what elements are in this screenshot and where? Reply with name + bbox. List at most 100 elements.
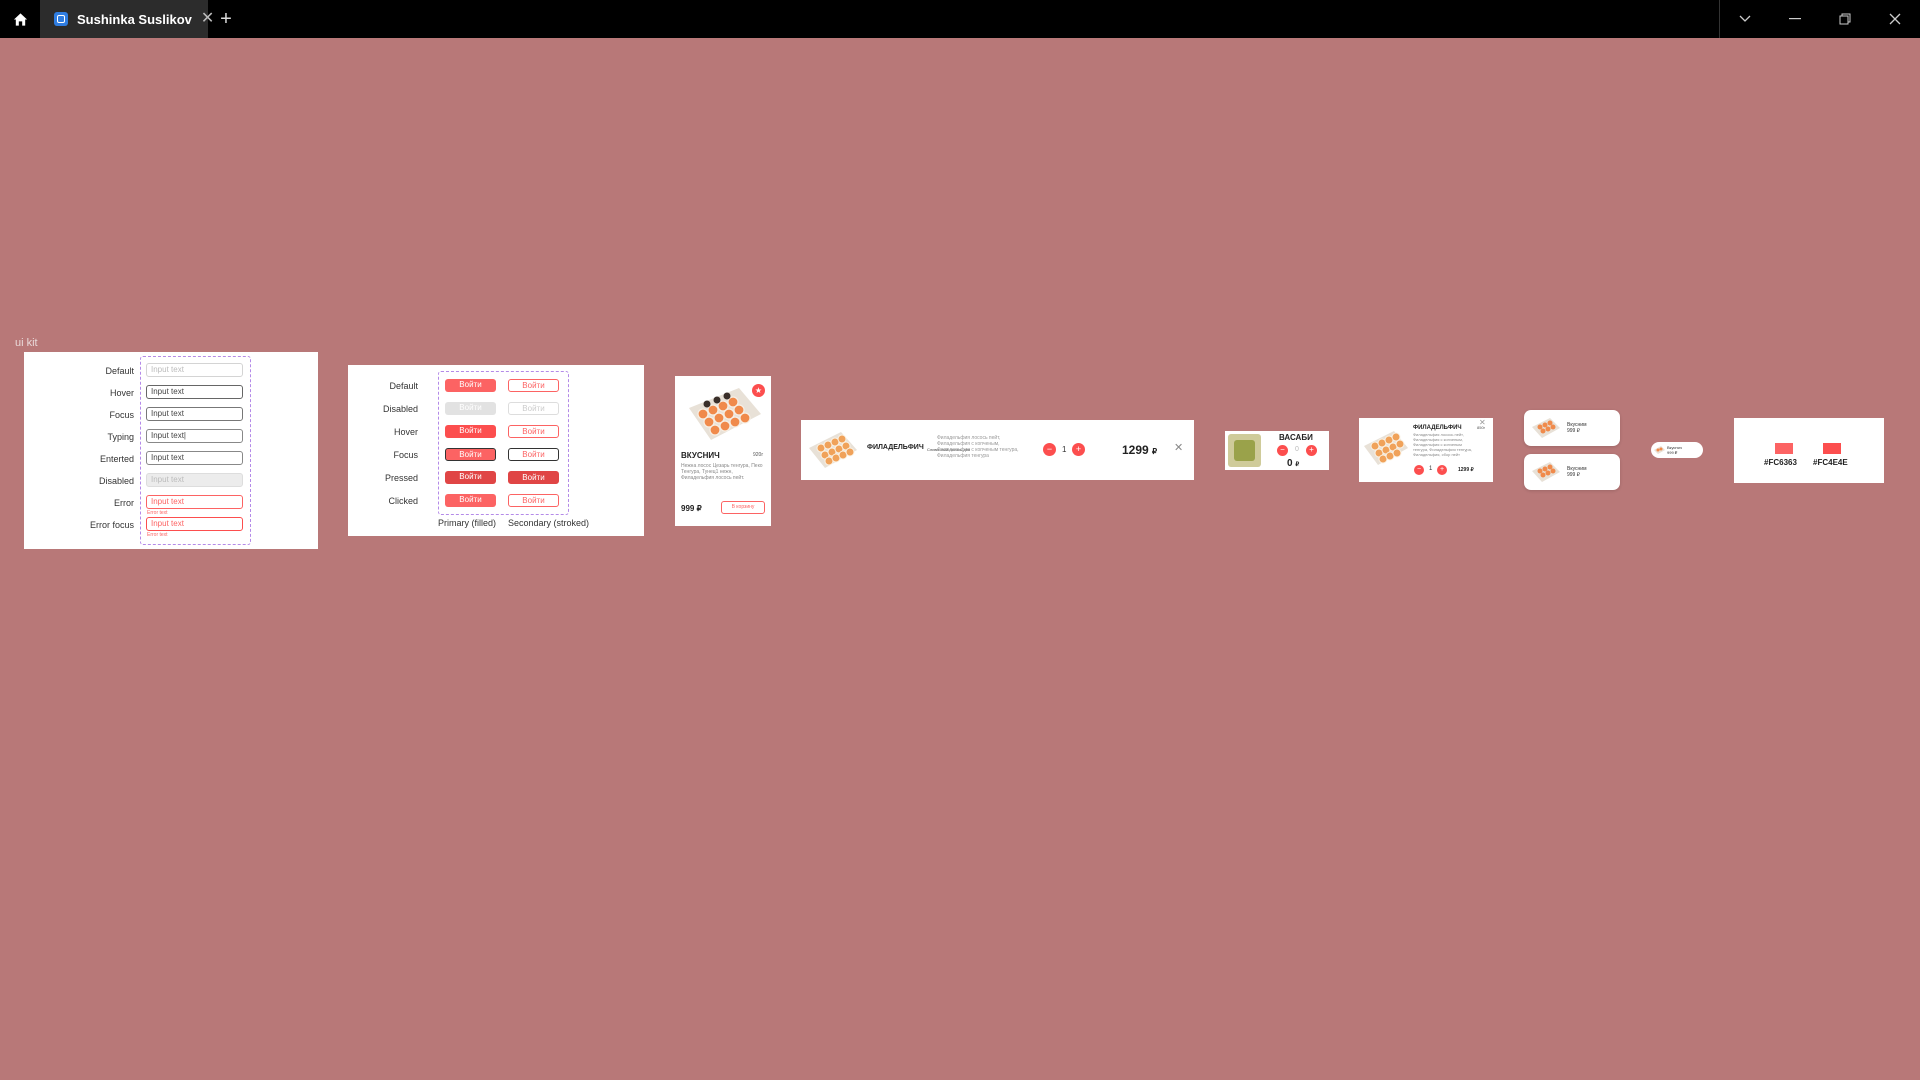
input-error[interactable]: Input text bbox=[146, 495, 243, 509]
secondary-caption: Secondary (stroked) bbox=[508, 518, 590, 528]
row-label: Typing bbox=[107, 432, 134, 442]
product-card[interactable]: ★ ВКУСНИЧ 920г Нежна лосос Цезарь тенгур… bbox=[675, 376, 771, 526]
color-palette-frame[interactable]: #FC6363 #FC4E4E bbox=[1734, 418, 1884, 483]
row-label: Error focus bbox=[89, 520, 134, 530]
tabs-dropdown-button[interactable] bbox=[1720, 0, 1770, 38]
primary-caption: Primary (filled) bbox=[438, 518, 497, 528]
decrease-quantity-button[interactable]: − bbox=[1043, 443, 1056, 456]
decrease-quantity-button[interactable]: − bbox=[1277, 445, 1288, 456]
mini-cart-item-price: 1299 ₽ bbox=[1458, 467, 1474, 473]
product-title: ВКУСНИЧ bbox=[681, 451, 720, 460]
window-controls bbox=[1719, 0, 1920, 38]
title-bar-spacer bbox=[244, 0, 1719, 38]
remove-item-icon[interactable]: ✕ bbox=[1174, 441, 1183, 454]
frame-label[interactable]: ui kit bbox=[15, 337, 38, 349]
row-label: Disabled bbox=[382, 404, 418, 414]
wasabi-item[interactable]: ВАСАБИ − 0 + 0 ₽ bbox=[1225, 431, 1329, 470]
quantity-value: 1 bbox=[1062, 445, 1067, 454]
secondary-button-clicked[interactable]: Войти bbox=[508, 494, 559, 507]
restore-icon bbox=[1839, 13, 1851, 25]
mini-cart-item-name: ФИЛАДЕЛЬФИЧ bbox=[1413, 425, 1462, 431]
tab-sushinka[interactable]: Sushinka Suslikov ✕ bbox=[40, 0, 214, 38]
secondary-button-hover[interactable]: Войти bbox=[508, 425, 559, 438]
inputs-frame[interactable]: Default Input text Hover Input text Focu… bbox=[24, 352, 318, 549]
row-label: Default bbox=[105, 366, 134, 376]
product-description: Нежна лосос Цезарь тенгура, Пеко Тенгура… bbox=[681, 463, 763, 481]
sushi-image bbox=[1531, 460, 1561, 484]
wasabi-image bbox=[1228, 434, 1261, 467]
sushi-image bbox=[807, 430, 859, 470]
home-icon bbox=[13, 12, 27, 26]
primary-button-disabled: Войти bbox=[445, 402, 496, 415]
cart-item-description: Филадельфия лосось пейт, Филадельфия с к… bbox=[937, 435, 1019, 459]
list-item-price: 999 ₽ bbox=[1567, 472, 1580, 478]
product-weight: 920г bbox=[753, 452, 764, 458]
currency-symbol: ₽ bbox=[1295, 462, 1300, 468]
row-label: Default bbox=[389, 381, 418, 391]
input-error-focus[interactable]: Input text bbox=[146, 517, 243, 531]
title-bar: Sushinka Suslikov ✕ + bbox=[0, 0, 1920, 38]
star-icon[interactable]: ★ bbox=[752, 384, 765, 397]
cart-item-row[interactable]: ФИЛАДЕЛЬФИЧ Сливочный лосось для Филадел… bbox=[801, 420, 1194, 480]
mini-cart-item-description: Филадельфия лосось пейт, Филадельфия с к… bbox=[1413, 432, 1472, 457]
quantity-value: 1 bbox=[1429, 466, 1433, 472]
primary-button-default[interactable]: Войти bbox=[445, 379, 496, 392]
primary-button-hover[interactable]: Войти bbox=[445, 425, 496, 438]
mini-cart-card[interactable]: ✕ ФИЛАДЕЛЬФИЧ 850г Филадельфия лосось пе… bbox=[1359, 418, 1493, 482]
input-hover[interactable]: Input text bbox=[146, 385, 243, 399]
mini-cart-item-weight: 850г bbox=[1477, 425, 1486, 430]
pill-item-price: 999 ₽ bbox=[1667, 450, 1678, 455]
secondary-button-disabled: Войти bbox=[508, 402, 559, 415]
new-tab-button[interactable]: + bbox=[208, 0, 244, 38]
row-label: Disabled bbox=[98, 476, 134, 486]
figma-file-icon bbox=[54, 12, 68, 26]
primary-button-focus[interactable]: Войти bbox=[445, 448, 496, 461]
input-focus[interactable]: Input text bbox=[146, 407, 243, 421]
input-typing[interactable]: Input text| bbox=[146, 429, 243, 443]
compact-item-pill[interactable]: Вкуснич 999 ₽ bbox=[1651, 442, 1703, 458]
input-entered[interactable]: Input text bbox=[146, 451, 243, 465]
row-label: Focus bbox=[109, 410, 134, 420]
increase-quantity-button[interactable]: + bbox=[1437, 465, 1447, 475]
list-item[interactable]: Вкусним 999 ₽ bbox=[1524, 454, 1620, 490]
error-hint: Error text bbox=[147, 532, 168, 538]
secondary-button-default[interactable]: Войти bbox=[508, 379, 559, 392]
add-to-cart-button[interactable]: В корзину bbox=[721, 501, 765, 514]
sushi-image bbox=[1654, 446, 1665, 454]
color-label: #FC4E4E bbox=[1813, 458, 1848, 467]
row-label: Hover bbox=[109, 388, 134, 398]
color-swatch bbox=[1775, 443, 1793, 454]
product-price: 999 ₽ bbox=[681, 504, 702, 513]
row-label: Error bbox=[114, 498, 134, 508]
row-label: Pressed bbox=[384, 473, 418, 483]
currency-symbol: ₽ bbox=[1152, 447, 1158, 456]
home-button[interactable] bbox=[0, 0, 40, 38]
wasabi-price: 0 ₽ bbox=[1287, 458, 1299, 469]
row-label: Hover bbox=[393, 427, 418, 437]
secondary-button-pressed[interactable]: Войти bbox=[508, 471, 559, 484]
cart-item-name: ФИЛАДЕЛЬФИЧ bbox=[867, 444, 924, 451]
input-disabled: Input text bbox=[146, 473, 243, 487]
list-item[interactable]: Вкусним 999 ₽ bbox=[1524, 410, 1620, 446]
decrease-quantity-button[interactable]: − bbox=[1414, 465, 1424, 475]
sushi-image bbox=[1531, 416, 1561, 440]
minimize-icon bbox=[1789, 18, 1801, 20]
color-label: #FC6363 bbox=[1764, 458, 1797, 467]
list-item-price: 999 ₽ bbox=[1567, 428, 1580, 434]
primary-button-pressed[interactable]: Войти bbox=[445, 471, 496, 484]
input-default[interactable]: Input text bbox=[146, 363, 243, 377]
price-value: 1299 bbox=[1122, 443, 1149, 457]
secondary-button-focus[interactable]: Войти bbox=[508, 448, 559, 461]
row-label: Enterted bbox=[99, 454, 134, 464]
minimize-button[interactable] bbox=[1770, 0, 1820, 38]
increase-quantity-button[interactable]: + bbox=[1306, 445, 1317, 456]
restore-button[interactable] bbox=[1820, 0, 1870, 38]
close-window-button[interactable] bbox=[1870, 0, 1920, 38]
wasabi-name: ВАСАБИ bbox=[1279, 433, 1313, 442]
chevron-down-icon bbox=[1739, 15, 1751, 22]
increase-quantity-button[interactable]: + bbox=[1072, 443, 1085, 456]
primary-button-clicked[interactable]: Войти bbox=[445, 494, 496, 507]
error-hint: Error text bbox=[147, 510, 168, 516]
buttons-frame[interactable]: Default Войти Войти Disabled Войти Войти… bbox=[348, 365, 644, 536]
close-icon bbox=[1889, 13, 1901, 25]
